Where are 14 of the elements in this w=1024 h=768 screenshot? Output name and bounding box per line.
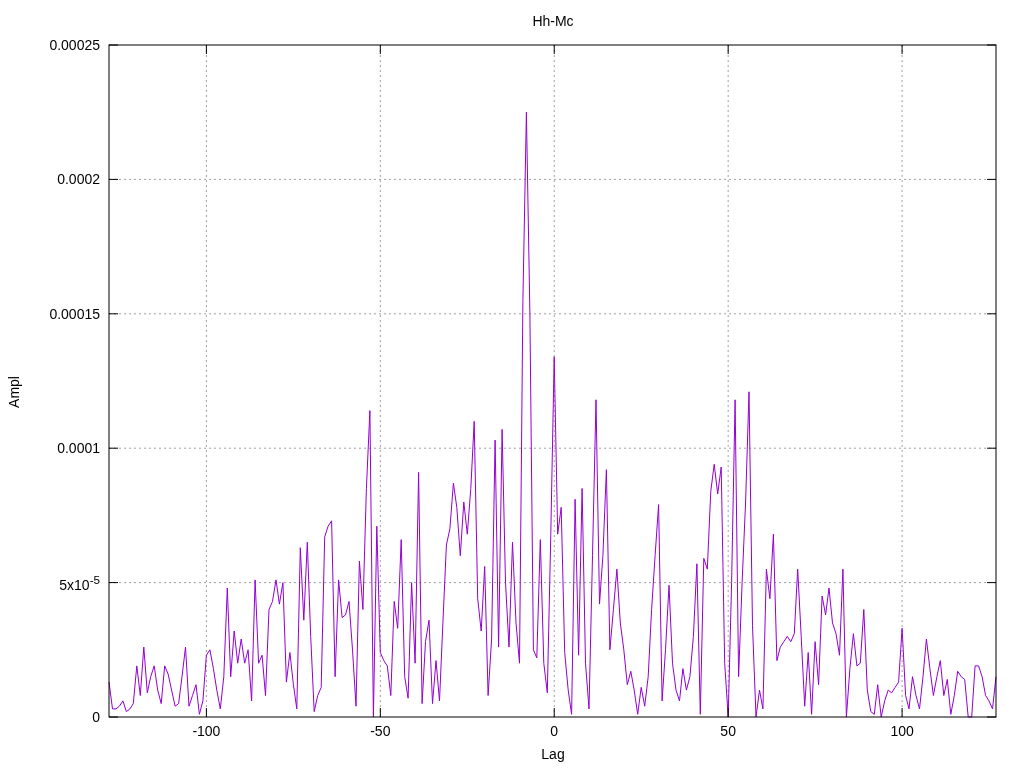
axis-label: Lag	[541, 746, 565, 762]
axis-tick-label: 0.00025	[49, 38, 100, 52]
axis-tick-label: 50	[720, 724, 736, 738]
axis-tick-label: 100	[890, 724, 914, 738]
axis-tick-label: 0.0002	[57, 172, 100, 187]
axis-tick-label: 0	[550, 724, 559, 738]
axis-label: Ampl	[6, 376, 22, 408]
axis-tick-label: -50	[370, 724, 391, 738]
axis-tick-label: 0	[92, 710, 100, 724]
axis-tick-label: 5x10$^{-5}$	[59, 573, 100, 592]
axis-tick-label: -100	[192, 724, 221, 738]
axis-tick-label: 0.00015	[49, 306, 100, 321]
axis-tick-label: 0.0001	[57, 441, 100, 456]
chart-title: Hh-Mc	[532, 13, 574, 29]
